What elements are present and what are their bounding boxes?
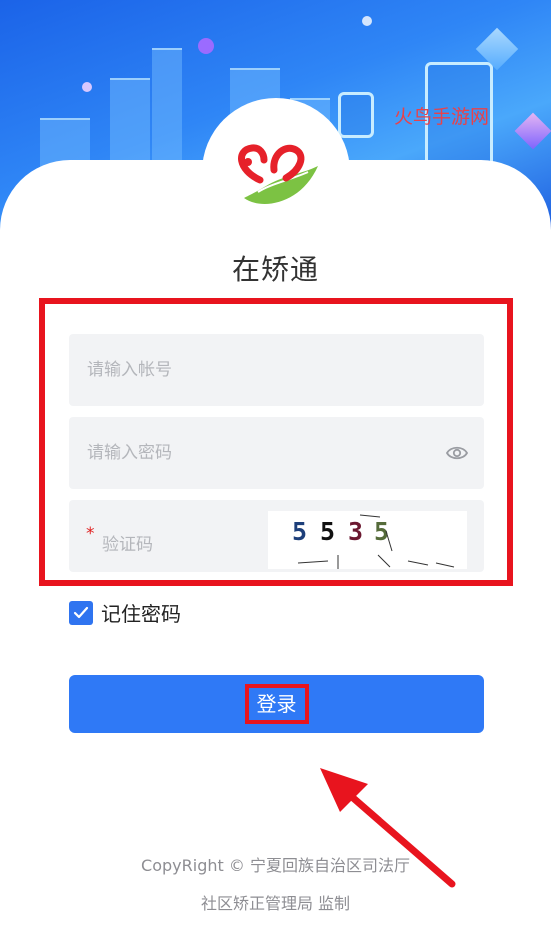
- decor-ai-panel: [338, 92, 374, 138]
- annotation-highlight-box: [39, 298, 513, 586]
- arrow-annotation-icon: [320, 768, 456, 888]
- decor-orb: [362, 16, 372, 26]
- login-button[interactable]: 登录: [69, 675, 484, 733]
- remember-checkbox[interactable]: [69, 600, 93, 625]
- logo-icon: [238, 144, 318, 204]
- app-title: 在矫通: [231, 253, 319, 286]
- checkmark-icon: [73, 606, 89, 618]
- remember-label: 记住密码: [101, 602, 181, 626]
- copyright-text: CopyRight © 宁夏回族自治区司法厅: [141, 856, 410, 875]
- watermark-text: 火鸟手游网: [394, 106, 490, 128]
- remember-password-toggle[interactable]: 记住密码: [69, 598, 181, 627]
- decor-orb: [82, 82, 92, 92]
- decor-orb: [198, 38, 214, 54]
- login-button-label: 登录: [244, 684, 309, 724]
- decor-cube: [514, 112, 551, 150]
- supervise-text: 社区矫正管理局 监制: [200, 894, 351, 913]
